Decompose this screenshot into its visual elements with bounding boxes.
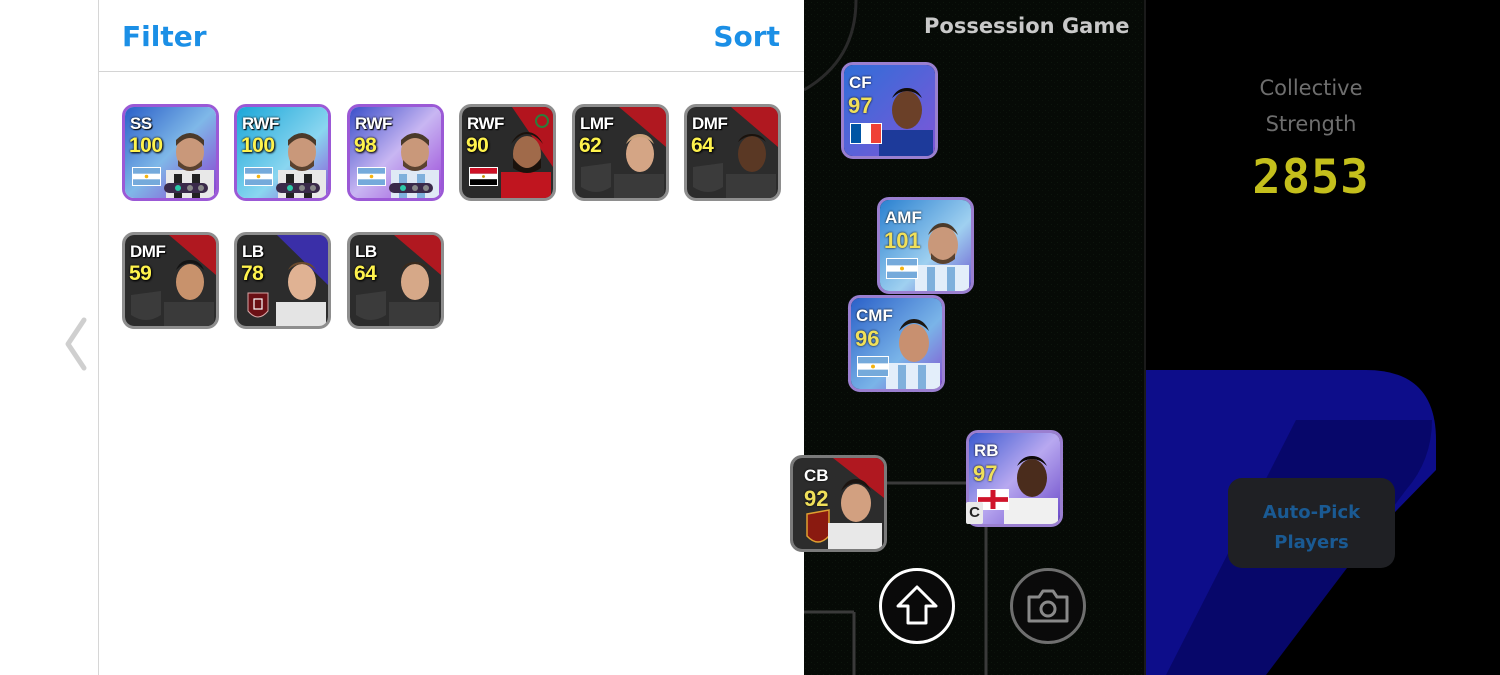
- card-position: CMF: [856, 306, 893, 325]
- card-rating: 101: [884, 228, 921, 253]
- player-portrait: [276, 262, 326, 326]
- sort-button[interactable]: Sort: [713, 20, 780, 53]
- skill-dots-icon: [389, 183, 433, 193]
- player-portrait: [828, 479, 882, 549]
- card-position: LB: [355, 242, 377, 261]
- player-list-panel: Filter Sort: [99, 0, 804, 675]
- collective-strength-label: Collective: [1259, 76, 1363, 100]
- pitch-player-card[interactable]: CB 92: [790, 455, 887, 552]
- collective-strength-label: Strength: [1265, 112, 1357, 136]
- argentina-flag-icon: [132, 167, 161, 186]
- captain-badge: C: [966, 502, 983, 524]
- card-rating: 97: [973, 461, 998, 486]
- player-card[interactable]: LB 78: [234, 232, 331, 329]
- club-emblem-icon: [247, 292, 269, 318]
- card-rating: 97: [848, 93, 873, 118]
- arrow-up-icon: [896, 585, 938, 625]
- card-position: CB: [804, 466, 829, 485]
- skill-dots-icon: [164, 183, 208, 193]
- egypt-flag-icon: [469, 167, 498, 186]
- player-portrait: [879, 88, 933, 156]
- filter-button[interactable]: Filter: [122, 20, 207, 53]
- pitch-player-card[interactable]: CF 97: [841, 62, 938, 159]
- player-card[interactable]: RWF 90: [459, 104, 556, 201]
- camera-button[interactable]: [1010, 568, 1086, 644]
- collective-strength-value: 2853: [1252, 150, 1370, 205]
- background-stripe: [1146, 370, 1436, 675]
- player-portrait: [389, 262, 439, 326]
- france-flag-icon: [850, 123, 882, 144]
- card-rating: 64: [354, 262, 377, 285]
- player-portrait: [726, 134, 776, 198]
- card-position: LMF: [580, 114, 614, 133]
- argentina-flag-icon: [857, 356, 889, 377]
- auto-pick-label: Players: [1274, 532, 1349, 553]
- card-position: LB: [242, 242, 264, 261]
- card-position: RWF: [242, 114, 279, 133]
- card-position: AMF: [885, 208, 922, 227]
- player-card[interactable]: SS 100: [122, 104, 219, 201]
- player-portrait: [164, 260, 214, 326]
- card-position: SS: [130, 114, 152, 133]
- auto-pick-players-button[interactable]: Auto-Pick Players: [1228, 478, 1395, 568]
- auto-pick-label: Auto-Pick: [1262, 502, 1361, 523]
- card-position: DMF: [130, 242, 166, 261]
- player-card[interactable]: RWF 98: [347, 104, 444, 201]
- camera-icon: [1027, 589, 1069, 623]
- pitch-player-card[interactable]: AMF 101: [877, 197, 974, 294]
- card-rating: 64: [691, 134, 714, 157]
- card-rating: 96: [855, 326, 880, 351]
- player-card[interactable]: RWF 100: [234, 104, 331, 201]
- upload-button[interactable]: [879, 568, 955, 644]
- argentina-flag-icon: [886, 258, 918, 279]
- player-card[interactable]: DMF 59: [122, 232, 219, 329]
- player-card[interactable]: LB 64: [347, 232, 444, 329]
- player-portrait: [1004, 456, 1058, 524]
- left-gutter: [0, 0, 99, 675]
- player-portrait: [614, 134, 664, 198]
- card-position: RWF: [355, 114, 392, 133]
- player-card[interactable]: DMF 64: [684, 104, 781, 201]
- card-position: RWF: [467, 114, 504, 133]
- chevron-left-icon[interactable]: [62, 316, 90, 372]
- argentina-flag-icon: [357, 167, 386, 186]
- formation-title: Possession Game: [924, 14, 1130, 38]
- team-summary-panel: [1144, 0, 1500, 675]
- player-portrait: [501, 132, 551, 198]
- argentina-flag-icon: [244, 167, 273, 186]
- panel-header: Filter Sort: [99, 0, 804, 72]
- card-rating: 59: [129, 262, 152, 285]
- card-rating: 78: [241, 262, 264, 285]
- card-position: DMF: [692, 114, 728, 133]
- card-rating: 90: [466, 134, 489, 157]
- skill-dots-icon: [276, 183, 320, 193]
- player-card[interactable]: LMF 62: [572, 104, 669, 201]
- card-rating: 62: [579, 134, 602, 157]
- card-rating: 98: [354, 134, 377, 157]
- card-position: CF: [849, 73, 872, 92]
- card-rating: 92: [804, 486, 829, 511]
- card-rating: 100: [241, 134, 275, 157]
- card-rating: 100: [129, 134, 163, 157]
- pitch-player-card[interactable]: CMF 96: [848, 295, 945, 392]
- card-position: RB: [974, 441, 999, 460]
